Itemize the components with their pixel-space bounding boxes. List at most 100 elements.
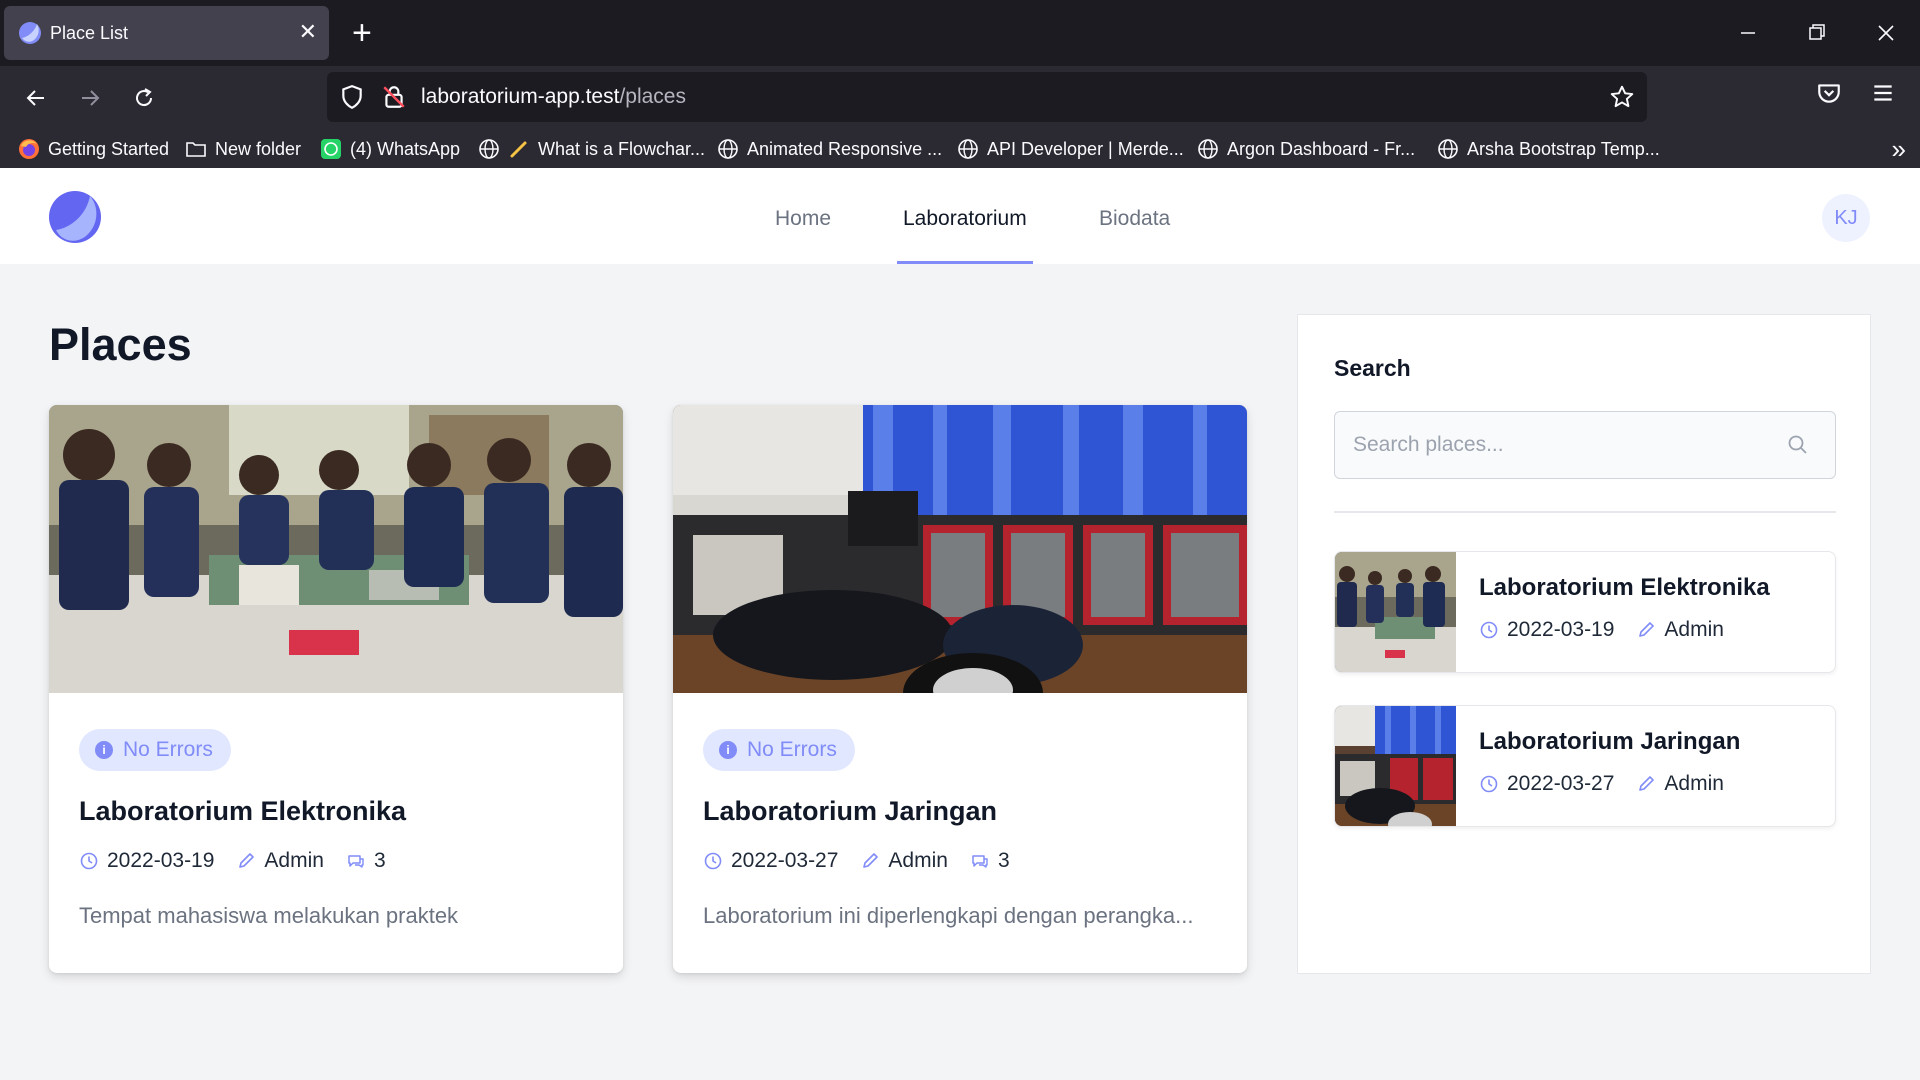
place-card[interactable]: i No Errors Laboratorium Jaringan 2022-0…	[673, 405, 1247, 973]
tab-close-icon[interactable]: ✕	[299, 20, 317, 44]
site-header: Home Laboratorium Biodata KJ	[0, 168, 1920, 264]
search-icon[interactable]	[1787, 434, 1809, 456]
sidebar-item-date: 2022-03-27	[1507, 772, 1615, 795]
bookmark-star-icon[interactable]	[1609, 84, 1635, 110]
globe-icon	[478, 138, 500, 160]
bookmark-item[interactable]: Argon Dashboard - Fr...	[1197, 134, 1415, 164]
meta-date: 2022-03-19	[1479, 618, 1614, 642]
card-title[interactable]: Laboratorium Jaringan	[703, 794, 997, 828]
browser-tab[interactable]: Place List ✕	[4, 6, 329, 60]
bookmark-item[interactable]: What is a Flowchar...	[478, 134, 705, 164]
avatar[interactable]: KJ	[1822, 194, 1870, 242]
card-author: Admin	[264, 849, 324, 872]
meta-date: 2022-03-27	[703, 849, 838, 873]
clock-icon	[1480, 621, 1498, 639]
nav-link-home[interactable]: Home	[775, 206, 831, 232]
window-minimize-icon[interactable]	[1728, 16, 1768, 50]
bookmark-label: Animated Responsive ...	[747, 138, 943, 159]
clock-icon	[80, 852, 98, 870]
card-comment-count: 3	[997, 849, 1010, 872]
bookmark-item[interactable]: Animated Responsive ...	[717, 134, 942, 164]
info-icon: i	[95, 741, 113, 759]
card-title[interactable]: Laboratorium Elektronika	[79, 794, 406, 828]
place-image-network-lab[interactable]	[673, 405, 1247, 693]
bookmark-label: Argon Dashboard - Fr...	[1227, 138, 1416, 159]
url-text[interactable]: laboratorium-app.test/places	[421, 84, 686, 110]
bookmark-item[interactable]: New folder	[185, 134, 301, 164]
site-logo[interactable]	[48, 190, 102, 244]
menu-hamburger-icon[interactable]	[1870, 80, 1896, 111]
globe-icon	[717, 138, 739, 160]
browser-tab-bar: Place List ✕ +	[0, 0, 1920, 66]
window-restore-icon[interactable]	[1796, 16, 1836, 50]
meta-date: 2022-03-19	[79, 849, 214, 873]
tab-title: Place List	[50, 23, 129, 43]
bookmark-item[interactable]: Getting Started	[18, 134, 169, 164]
address-bar[interactable]: laboratorium-app.test/places	[327, 72, 1647, 122]
card-date: 2022-03-19	[107, 849, 215, 872]
bookmark-label: What is a Flowchar...	[538, 138, 706, 159]
meta-author: Admin	[860, 849, 948, 873]
meta-author: Admin	[1636, 618, 1724, 642]
pencil-icon	[239, 853, 255, 868]
card-description: Laboratorium ini diperlengkapi dengan pe…	[703, 903, 1194, 928]
folder-icon	[185, 138, 207, 160]
place-card[interactable]: i No Errors Laboratorium Elektronika 202…	[49, 405, 623, 973]
bookmark-item[interactable]: (4) WhatsApp	[320, 134, 460, 164]
url-host: laboratorium-app.test	[421, 85, 620, 108]
page-viewport: Home Laboratorium Biodata KJ Places i No…	[0, 168, 1920, 1080]
card-date: 2022-03-27	[731, 849, 839, 872]
bookmark-label: (4) WhatsApp	[350, 138, 461, 159]
status-badge: i No Errors	[703, 729, 855, 771]
pencil-icon	[1639, 776, 1655, 791]
globe-icon	[1197, 138, 1219, 160]
sidebar-item-title[interactable]: Laboratorium Elektronika	[1479, 574, 1770, 602]
app-logo-icon	[19, 22, 41, 44]
chat-icon	[972, 855, 988, 868]
back-arrow-icon[interactable]	[16, 80, 56, 116]
pencil-icon	[508, 138, 530, 160]
meta-author: Admin	[1636, 772, 1724, 796]
pocket-icon[interactable]	[1816, 80, 1842, 111]
card-author: Admin	[888, 849, 948, 872]
place-thumbnail-network-lab[interactable]	[1335, 706, 1456, 827]
meta-author: Admin	[236, 849, 324, 873]
search-input[interactable]	[1335, 412, 1835, 478]
card-meta: 2022-03-19 Admin 3	[79, 849, 408, 873]
sidebar-item-meta: 2022-03-27 Admin	[1479, 772, 1746, 796]
meta-comments: 3	[970, 849, 1010, 873]
sidebar-item-author: Admin	[1664, 618, 1724, 641]
sidebar-item-title[interactable]: Laboratorium Jaringan	[1479, 728, 1740, 756]
url-path: /places	[619, 85, 686, 108]
sidebar-item-date: 2022-03-19	[1507, 618, 1615, 641]
search-box	[1334, 411, 1836, 479]
place-image-electronics-lab[interactable]	[49, 405, 623, 693]
bookmark-item[interactable]: API Developer | Merde...	[957, 134, 1184, 164]
bookmark-label: API Developer | Merde...	[987, 138, 1184, 159]
clock-icon	[1480, 775, 1498, 793]
bookmark-label: New folder	[215, 138, 302, 159]
nav-link-biodata[interactable]: Biodata	[1099, 206, 1170, 232]
sidebar-place-item[interactable]: Laboratorium Elektronika 2022-03-19 Admi…	[1334, 551, 1836, 673]
info-icon: i	[719, 741, 737, 759]
place-thumbnail-electronics-lab[interactable]	[1335, 552, 1456, 673]
nav-link-laboratorium[interactable]: Laboratorium	[903, 206, 1027, 232]
new-tab-icon[interactable]: +	[352, 16, 372, 50]
status-badge: i No Errors	[79, 729, 231, 771]
forward-arrow-icon[interactable]	[70, 80, 110, 116]
pencil-icon	[863, 853, 879, 868]
sidebar-place-item[interactable]: Laboratorium Jaringan 2022-03-27 Admin	[1334, 705, 1836, 827]
bookmark-item[interactable]: Arsha Bootstrap Temp...	[1437, 134, 1660, 164]
meta-date: 2022-03-27	[1479, 772, 1614, 796]
status-badge-label: No Errors	[747, 738, 837, 761]
window-close-icon[interactable]	[1866, 16, 1906, 50]
page-title: Places	[49, 319, 192, 370]
bookmarks-toolbar: Getting Started New folder (4) WhatsApp …	[0, 130, 1920, 168]
chevron-double-right-icon[interactable]: »	[1892, 134, 1906, 165]
sidebar-item-meta: 2022-03-19 Admin	[1479, 618, 1746, 642]
shield-icon[interactable]	[339, 84, 365, 110]
globe-icon	[957, 138, 979, 160]
sidebar-item-author: Admin	[1664, 772, 1724, 795]
reload-icon[interactable]	[124, 80, 164, 116]
insecure-lock-icon[interactable]	[381, 84, 407, 110]
